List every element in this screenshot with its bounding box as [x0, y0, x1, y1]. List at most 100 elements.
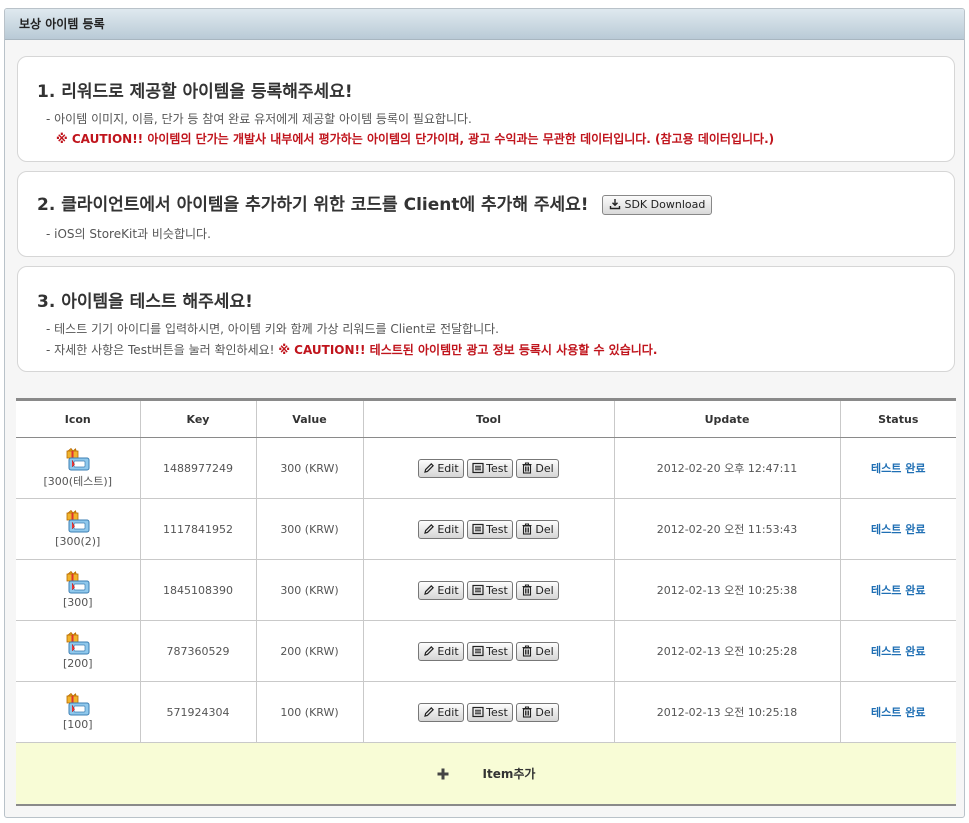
test-label: Test — [486, 461, 508, 475]
edit-button[interactable]: Edit — [418, 641, 464, 661]
step-1-title: 1. 리워드로 제공할 아이템을 등록해주세요! — [37, 82, 353, 102]
test-label: Test — [486, 583, 508, 597]
item-icon-cell: [300] — [16, 559, 141, 621]
step-3-caution: ※ CAUTION!! 테스트된 아이템만 광고 정보 등록시 사용할 수 있습… — [278, 343, 658, 357]
edit-button[interactable]: Edit — [418, 580, 464, 600]
edit-button[interactable]: Edit — [418, 702, 464, 722]
item-status: 테스트 완료 — [840, 437, 956, 499]
list-icon — [472, 706, 484, 717]
pencil-icon — [424, 584, 435, 595]
status-link[interactable]: 테스트 완료 — [871, 523, 925, 536]
status-link[interactable]: 테스트 완료 — [871, 706, 925, 719]
edit-button[interactable]: Edit — [418, 519, 464, 539]
item-name: [300] — [62, 596, 93, 609]
item-status: 테스트 완료 — [840, 620, 956, 682]
del-label: Del — [535, 583, 554, 597]
step-2-title: 2. 클라이언트에서 아이템을 추가하기 위한 코드를 Client에 추가해 … — [37, 190, 713, 215]
item-icon-cell: [300(테스트)] — [16, 437, 141, 499]
step-3-line-1: - 테스트 기기 아이디를 입력하시면, 아이템 키와 함께 가상 리워드를 C… — [46, 322, 499, 336]
item-status: 테스트 완료 — [840, 681, 956, 743]
gift-box-icon — [66, 447, 90, 470]
item-tools: Edit Test Del — [363, 620, 615, 682]
step-2-title-text: 2. 클라이언트에서 아이템을 추가하기 위한 코드를 Client에 추가해 … — [37, 195, 589, 215]
item-status: 테스트 완료 — [840, 559, 956, 621]
plus-icon — [437, 768, 449, 780]
status-link[interactable]: 테스트 완료 — [871, 462, 925, 475]
item-value: 300 (KRW) — [256, 437, 364, 499]
item-key: 1488977249 — [140, 437, 257, 499]
test-button[interactable]: Test — [467, 458, 513, 478]
add-item-row[interactable]: Item추가 — [16, 742, 956, 806]
step-3-line-2: - 자세한 사항은 Test버튼을 눌러 확인하세요! ※ CAUTION!! … — [46, 341, 657, 358]
item-update-time: 2012-02-13 오전 10:25:18 — [614, 681, 841, 743]
item-status: 테스트 완료 — [840, 498, 956, 560]
column-header-value: Value — [256, 398, 364, 438]
table-row: [100] 571924304 100 (KRW) Edit Test Del … — [16, 681, 956, 743]
item-name: [300(2)] — [55, 535, 101, 548]
trash-icon — [522, 644, 532, 657]
table-row: [300(2)] 1117841952 300 (KRW) Edit Test — [16, 498, 956, 560]
test-label: Test — [486, 522, 508, 536]
gift-box-icon — [66, 571, 90, 594]
item-name: [300(테스트)] — [43, 474, 113, 488]
gift-box-icon — [66, 693, 90, 716]
pencil-icon — [424, 523, 435, 534]
item-tools: Edit Test Del — [363, 498, 615, 560]
edit-label: Edit — [437, 522, 459, 536]
gift-box-icon — [66, 510, 90, 533]
item-value: 100 (KRW) — [256, 681, 364, 743]
item-key: 1117841952 — [140, 498, 257, 560]
sdk-download-label: SDK Download — [624, 198, 706, 211]
sdk-download-button[interactable]: SDK Download — [602, 195, 713, 215]
trash-icon — [522, 522, 532, 535]
item-key: 571924304 — [140, 681, 257, 743]
item-tools: Edit Test Del — [363, 437, 615, 499]
reward-item-panel: 보상 아이템 등록 1. 리워드로 제공할 아이템을 등록해주세요! - 아이템… — [4, 8, 965, 818]
step-2-box: 2. 클라이언트에서 아이템을 추가하기 위한 코드를 Client에 추가해 … — [17, 171, 955, 257]
column-header-tool: Tool — [363, 398, 615, 438]
edit-label: Edit — [437, 461, 459, 475]
step-3-line-2-text: - 자세한 사항은 Test버튼을 눌러 확인하세요! — [46, 343, 275, 357]
item-icon-cell: [100] — [16, 681, 141, 743]
test-button[interactable]: Test — [467, 519, 513, 539]
item-icon-cell: [200] — [16, 620, 141, 682]
del-button[interactable]: Del — [516, 519, 559, 539]
table-row: [200] 787360529 200 (KRW) Edit Test Del … — [16, 620, 956, 682]
del-button[interactable]: Del — [516, 641, 559, 661]
item-tools: Edit Test Del — [363, 559, 615, 621]
del-button[interactable]: Del — [516, 702, 559, 722]
test-button[interactable]: Test — [467, 702, 513, 722]
item-update-time: 2012-02-20 오후 12:47:11 — [614, 437, 841, 499]
add-item-label: Item추가 — [482, 766, 536, 781]
list-icon — [472, 523, 484, 534]
item-key: 787360529 — [140, 620, 257, 682]
add-item-button[interactable]: Item추가 — [16, 742, 956, 806]
item-value: 300 (KRW) — [256, 498, 364, 560]
item-table: Icon Key Value Tool Update Status [300(테… — [16, 398, 956, 806]
list-icon — [472, 462, 484, 473]
test-button[interactable]: Test — [467, 580, 513, 600]
table-row: [300] 1845108390 300 (KRW) Edit Test Del… — [16, 559, 956, 621]
test-button[interactable]: Test — [467, 641, 513, 661]
step-1-box: 1. 리워드로 제공할 아이템을 등록해주세요! - 아이템 이미지, 이름, … — [17, 56, 955, 162]
item-value: 200 (KRW) — [256, 620, 364, 682]
step-2-line-1: - iOS의 StoreKit과 비슷합니다. — [46, 227, 211, 241]
item-update-time: 2012-02-13 오전 10:25:38 — [614, 559, 841, 621]
list-icon — [472, 645, 484, 656]
panel-title: 보상 아이템 등록 — [5, 9, 964, 40]
status-link[interactable]: 테스트 완료 — [871, 645, 925, 658]
column-header-key: Key — [140, 398, 257, 438]
del-label: Del — [535, 705, 554, 719]
edit-button[interactable]: Edit — [418, 458, 464, 478]
table-header-row: Icon Key Value Tool Update Status — [16, 398, 956, 438]
item-tools: Edit Test Del — [363, 681, 615, 743]
gift-box-icon — [66, 632, 90, 655]
pencil-icon — [424, 462, 435, 473]
download-icon — [610, 199, 621, 210]
status-link[interactable]: 테스트 완료 — [871, 584, 925, 597]
trash-icon — [522, 461, 532, 474]
column-header-icon: Icon — [16, 398, 141, 438]
del-button[interactable]: Del — [516, 580, 559, 600]
item-name: [100] — [62, 718, 93, 731]
del-button[interactable]: Del — [516, 458, 559, 478]
